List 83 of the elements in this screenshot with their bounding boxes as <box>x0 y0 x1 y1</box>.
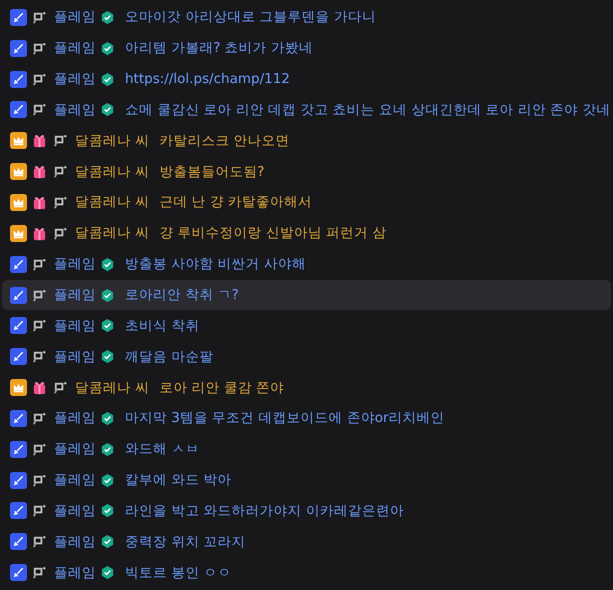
username[interactable]: 플레임 <box>54 348 96 366</box>
message-text: 쇼메 쿨감신 로아 리안 데캡 갓고 쵸비는 요네 상대긴한데 로아 리안 존야 갓네 <box>125 100 610 119</box>
username[interactable]: 달콤레나 씨 <box>75 378 150 397</box>
sword-icon <box>10 286 27 304</box>
message-text: 마지막 3템을 무조건 데캡보이드에 존야or리치베인 <box>125 409 445 428</box>
message-text: 오마이갓 아리상대로 그블루덴을 가다니 <box>125 8 376 26</box>
key-icon <box>31 101 48 118</box>
message-text: 카탈리스크 안나오면 <box>159 132 290 150</box>
key-icon <box>31 533 48 550</box>
crown-icon <box>10 194 27 211</box>
message-text: 라인을 박고 와드하러가야지 이카레같은련아 <box>125 502 404 520</box>
sword-icon <box>10 533 27 550</box>
sword-icon <box>10 348 27 366</box>
verified-icon <box>100 102 115 118</box>
username[interactable]: 플레임 <box>54 440 96 458</box>
username[interactable]: 플레임 <box>54 286 96 304</box>
verified-icon <box>100 288 115 303</box>
key-icon <box>52 379 69 396</box>
username[interactable]: 플레임 <box>54 532 96 551</box>
message-text: 로아 리안 쿨감 쫀야 <box>159 378 284 397</box>
key-icon <box>31 564 48 582</box>
verified-icon <box>100 534 115 550</box>
verified-icon <box>100 503 115 518</box>
verified-icon <box>100 256 115 272</box>
key-icon <box>31 317 48 334</box>
sword-icon <box>10 502 27 520</box>
username[interactable]: 달콤레나 씨 <box>75 162 150 181</box>
message-text: 칼부에 와드 박아 <box>125 471 232 490</box>
verified-icon <box>100 10 115 25</box>
sword-icon <box>10 440 27 458</box>
message-text: 걍 루비수정이랑 신발아님 퍼런거 삼 <box>159 224 386 242</box>
sword-icon <box>10 70 27 88</box>
sword-icon <box>10 40 27 57</box>
crown-icon <box>10 379 27 396</box>
crown-icon <box>10 224 27 242</box>
sword-icon <box>10 410 27 427</box>
message-text: 중력장 위치 꼬라지 <box>125 532 246 551</box>
verified-icon <box>100 40 115 56</box>
sword-icon <box>10 256 27 273</box>
gift-icon <box>31 163 48 180</box>
username[interactable]: 플레임 <box>54 255 96 274</box>
gift-icon <box>31 379 48 396</box>
sword-icon <box>10 8 27 26</box>
key-icon <box>52 163 69 180</box>
username[interactable]: 플레임 <box>54 564 96 582</box>
gift-icon <box>31 132 48 150</box>
verified-icon <box>100 565 115 580</box>
verified-icon <box>100 442 115 457</box>
sword-icon <box>10 101 27 118</box>
crown-icon <box>10 163 27 180</box>
message-text: 빅토르 봉인 ㅇㅇ <box>125 564 232 582</box>
key-icon <box>31 348 48 366</box>
username[interactable]: 달콤레나 씨 <box>75 132 150 150</box>
verified-icon <box>100 318 115 334</box>
sword-icon <box>10 472 27 489</box>
message-text: https://lol.ps/champ/112 <box>125 71 290 88</box>
username[interactable]: 플레임 <box>54 39 96 58</box>
crown-icon <box>10 132 27 150</box>
sword-icon <box>10 564 27 582</box>
sword-icon <box>10 317 27 334</box>
message-text: 아리템 가볼래? 쵸비가 가봤네 <box>125 39 314 58</box>
username[interactable]: 플레임 <box>54 471 96 490</box>
message-text: 근데 난 걍 카탈좋아해서 <box>159 193 312 212</box>
message-text: 로아리안 착취 ㄱ? <box>125 286 239 304</box>
verified-icon <box>100 349 115 364</box>
username[interactable]: 플레임 <box>54 8 96 26</box>
username[interactable]: 달콤레나 씨 <box>75 193 150 212</box>
verified-icon <box>100 472 115 488</box>
message-text: 초비식 착취 <box>125 316 200 335</box>
username[interactable]: 플레임 <box>54 100 96 119</box>
key-icon <box>31 502 48 520</box>
message-text: 방출봄들어도됨? <box>159 162 264 181</box>
username[interactable]: 플레임 <box>54 409 96 428</box>
verified-icon <box>100 410 115 426</box>
username[interactable]: 플레임 <box>54 70 96 88</box>
message-text: 와드해 ㅅㅂ <box>125 440 200 458</box>
username[interactable]: 플레임 <box>54 502 96 520</box>
message-text: 깨달음 마순팔 <box>125 348 214 366</box>
username[interactable]: 달콤레나 씨 <box>75 224 150 242</box>
message-text: 방출봉 사야함 비싼거 사야해 <box>125 255 306 274</box>
verified-icon <box>100 72 115 87</box>
key-icon <box>52 132 69 150</box>
username[interactable]: 플레임 <box>54 316 96 335</box>
